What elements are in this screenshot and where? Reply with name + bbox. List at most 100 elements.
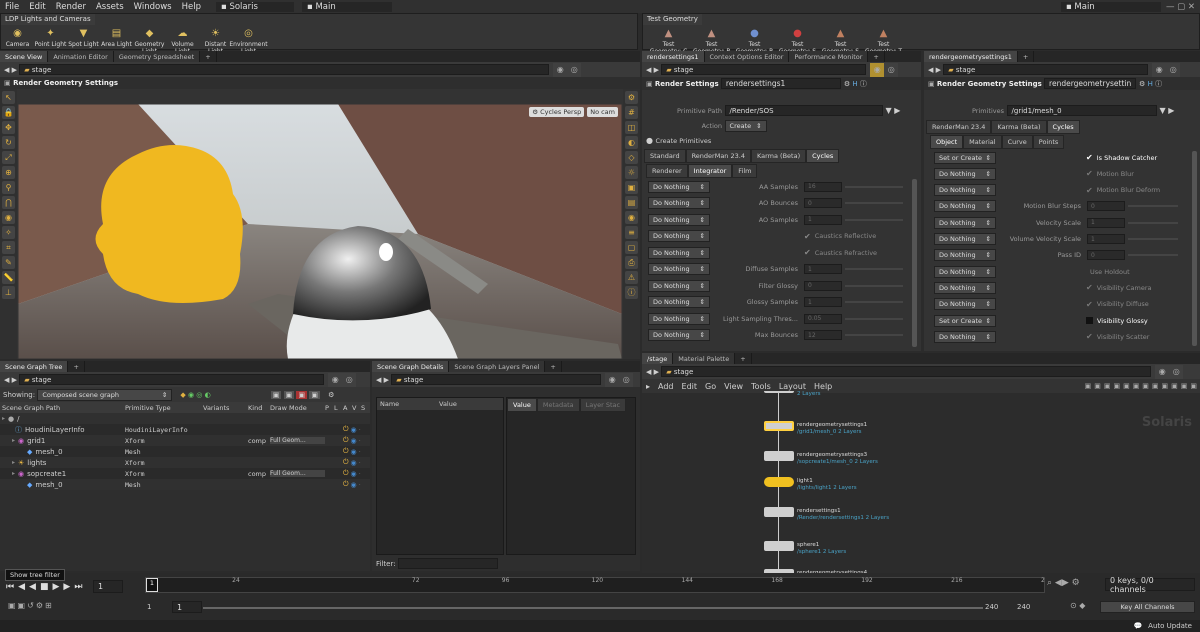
- network-node[interactable]: [764, 391, 794, 393]
- node-name-field[interactable]: rendersettings1: [720, 78, 841, 89]
- right-context-select[interactable]: ▪ Main: [1060, 1, 1161, 12]
- param-value-field[interactable]: 0.05: [804, 313, 842, 324]
- snap-icon[interactable]: ⌗: [2, 241, 15, 254]
- expand-icon[interactable]: ▸: [2, 415, 5, 422]
- info-icon[interactable]: ⓘ: [625, 286, 638, 299]
- tab-stage[interactable]: /stage: [642, 353, 674, 364]
- param-slider[interactable]: [845, 185, 903, 188]
- info-icon[interactable]: ⓘ: [1155, 79, 1162, 89]
- axes-icon[interactable]: ⊥: [2, 286, 15, 299]
- window-controls[interactable]: — ▢ ✕: [1161, 2, 1200, 12]
- prim-path-field[interactable]: /Render/SOS: [724, 105, 883, 116]
- shading-icon[interactable]: ◐: [625, 136, 638, 149]
- forward-icon[interactable]: ▶: [12, 66, 17, 74]
- filter-input[interactable]: [397, 558, 498, 569]
- activate-icon[interactable]: ⏻: [343, 447, 349, 456]
- col-path[interactable]: Scene Graph Path: [0, 404, 125, 412]
- mode-select[interactable]: Do Nothing ⇕: [934, 265, 996, 278]
- camera-menu[interactable]: No cam: [587, 107, 618, 117]
- param-value-field[interactable]: 1: [1087, 234, 1125, 244]
- col-type[interactable]: Primitive Type: [125, 404, 203, 412]
- col-value[interactable]: Value: [439, 400, 457, 408]
- menu-file[interactable]: File: [0, 2, 24, 12]
- param-slider[interactable]: [845, 218, 903, 221]
- help-icon[interactable]: H: [852, 80, 857, 88]
- param-value-field[interactable]: 12: [804, 330, 842, 340]
- checkbox[interactable]: ✔: [1086, 332, 1093, 341]
- node-name-field[interactable]: rendergeometrysettin: [1044, 78, 1137, 89]
- mode-select[interactable]: Do Nothing ⇕: [648, 296, 710, 308]
- tab-rendersettings1[interactable]: rendersettings1: [642, 51, 705, 62]
- param-slider[interactable]: [845, 268, 903, 270]
- back-icon[interactable]: ◀: [4, 376, 9, 384]
- tab-metadata[interactable]: Metadata: [536, 398, 580, 412]
- network-toolbar-icons[interactable]: ▣▣▣▣▣▣▣▣▣▣▣▣: [1085, 382, 1200, 390]
- param-slider[interactable]: [845, 301, 903, 303]
- collections-icon[interactable]: ◐: [205, 391, 211, 399]
- link-icon[interactable]: ◎: [1166, 62, 1181, 77]
- tab-performance-monitor[interactable]: Performance Monitor: [789, 51, 869, 62]
- menu-layout[interactable]: Layout: [775, 382, 810, 391]
- tree-row[interactable]: ◆ mesh_0 Mesh ⏻ ◉ ·: [0, 446, 370, 457]
- menu-help[interactable]: Help: [810, 382, 836, 391]
- context-select[interactable]: ▪ Main: [301, 1, 392, 12]
- menu-edit[interactable]: Edit: [678, 382, 702, 391]
- col-l[interactable]: L: [334, 404, 343, 412]
- display-options-icon[interactable]: ⚙: [625, 91, 638, 104]
- tab-value[interactable]: Value: [507, 398, 537, 412]
- go-start-icon[interactable]: ⏮: [6, 582, 14, 592]
- primitives-field[interactable]: /grid1/mesh_0: [1006, 105, 1157, 116]
- network-node[interactable]: [764, 477, 794, 487]
- timeline-tools[interactable]: ⌕ ◀▶ ⚙: [1047, 578, 1080, 588]
- back-icon[interactable]: ◀: [646, 66, 651, 74]
- tab-scene-graph-layers[interactable]: Scene Graph Layers Panel: [449, 361, 546, 372]
- param-slider[interactable]: [1128, 238, 1178, 240]
- gear-icon[interactable]: ⚙: [1139, 80, 1145, 88]
- select-icon[interactable]: ↖: [2, 91, 15, 104]
- param-value-field[interactable]: 0: [804, 198, 842, 208]
- tab-renderer[interactable]: Renderer: [646, 164, 688, 178]
- network-node[interactable]: [764, 421, 794, 431]
- screenshot-icon[interactable]: ⎙: [625, 256, 638, 269]
- lock-filter-icon[interactable]: ▣: [270, 390, 282, 399]
- lighting-icon[interactable]: ☼: [625, 166, 638, 179]
- primitives-select-icon[interactable]: ▼: [1160, 106, 1166, 115]
- add-tab-icon[interactable]: +: [868, 51, 885, 62]
- go-end-icon[interactable]: ⏭: [74, 582, 82, 592]
- forward-icon[interactable]: ▶: [936, 66, 941, 74]
- add-tab-icon[interactable]: +: [545, 361, 562, 372]
- shelf-left-tab[interactable]: LDP Lights and Cameras: [1, 14, 95, 25]
- visibility-icon[interactable]: ◉: [351, 470, 357, 478]
- mode-select[interactable]: Do Nothing ⇕: [934, 200, 996, 213]
- forward-icon[interactable]: ▶: [654, 66, 659, 74]
- details-path-field[interactable]: ▰ stage: [391, 374, 602, 385]
- next-frame-icon[interactable]: ▶: [63, 582, 70, 592]
- selectable-icon[interactable]: ·: [359, 481, 361, 489]
- paint-icon[interactable]: ✎: [2, 256, 15, 269]
- tab-scene-graph-details[interactable]: Scene Graph Details: [372, 361, 450, 372]
- tab-layer-stack[interactable]: Layer Stac: [579, 398, 627, 412]
- network-node[interactable]: [764, 541, 794, 551]
- selectable-icon[interactable]: ·: [359, 448, 361, 456]
- stop-icon[interactable]: ■: [40, 582, 49, 592]
- mode-select[interactable]: Do Nothing ⇕: [648, 180, 710, 193]
- visibility-icon[interactable]: ◉: [351, 459, 357, 467]
- visibility-icon[interactable]: ◉: [625, 211, 638, 224]
- back-icon[interactable]: ◀: [646, 368, 651, 376]
- primitives-arrow-icon[interactable]: ▶: [1168, 106, 1174, 115]
- range-end[interactable]: 240: [1017, 603, 1030, 611]
- selectable-icon[interactable]: ·: [359, 470, 361, 478]
- pin-icon[interactable]: ◉: [328, 372, 343, 387]
- tab-standard[interactable]: Standard: [644, 149, 686, 163]
- tree-row[interactable]: ▸ ◉ grid1 Xform comp Full Geom... ⏻ ◉ ·: [0, 435, 370, 446]
- add-tab-icon[interactable]: +: [68, 361, 85, 372]
- network-path-field[interactable]: ▰ stage: [661, 366, 1152, 377]
- expand-icon[interactable]: ▸: [12, 437, 15, 444]
- showing-select[interactable]: Composed scene graph ⇕: [37, 388, 173, 401]
- mode-select[interactable]: Do Nothing ⇕: [934, 281, 996, 294]
- checkbox[interactable]: ✔: [1086, 153, 1093, 162]
- frame-field[interactable]: 1: [93, 580, 123, 593]
- message-icon[interactable]: 💬: [1133, 622, 1142, 630]
- menu-add[interactable]: Add: [654, 382, 678, 391]
- tab-curve[interactable]: Curve: [1001, 135, 1033, 149]
